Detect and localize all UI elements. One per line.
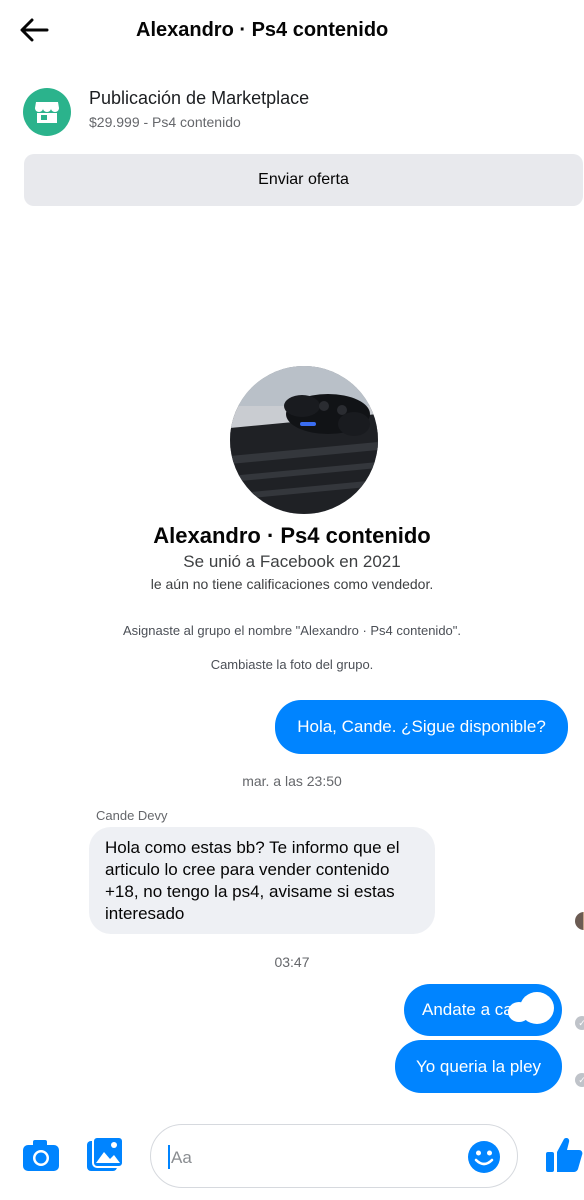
listing-title[interactable]: Publicación de Marketplace (89, 88, 309, 109)
incoming-message[interactable]: Hola como estas bb? Te informo que el ar… (89, 827, 435, 934)
sender-name: Cande Devy (96, 808, 168, 823)
emoji-button[interactable] (467, 1140, 501, 1174)
timestamp: mar. a las 23:50 (242, 773, 342, 789)
gallery-icon (87, 1136, 124, 1171)
profile-name: Alexandro · Ps4 contenido (153, 523, 431, 548)
outgoing-message-text: Andate a ca (422, 1000, 513, 1019)
seen-check-icon: ✓ (575, 1016, 584, 1030)
seen-check-icon: ✓ (575, 1073, 584, 1087)
listing-subtitle: $29.999 - Ps4 contenido (89, 114, 241, 130)
system-message: Cambiaste la foto del grupo. (210, 657, 374, 672)
back-arrow-icon (20, 18, 49, 42)
marketplace-listing-icon[interactable] (23, 88, 71, 136)
message-composer[interactable] (150, 1124, 518, 1188)
censor-scribble (508, 1002, 530, 1022)
group-avatar[interactable] (230, 366, 378, 514)
back-button[interactable] (14, 12, 54, 48)
profile-seller-rating: le aún no tiene calificaciones como vend… (150, 576, 434, 592)
system-message: Asignaste al grupo el nombre "Alexandro … (122, 623, 462, 638)
store-icon (35, 102, 59, 123)
profile-joined-date: Se unió a Facebook en 2021 (183, 552, 401, 571)
message-input[interactable] (169, 1143, 453, 1173)
outgoing-message[interactable]: Yo queria la pley (395, 1040, 562, 1093)
camera-icon (23, 1140, 59, 1171)
send-offer-button[interactable]: Enviar oferta (24, 154, 583, 206)
timestamp: 03:47 (274, 954, 310, 970)
seen-avatar (575, 912, 584, 930)
like-button[interactable] (545, 1136, 583, 1174)
ps4-photo-image (230, 366, 378, 514)
gallery-button[interactable] (86, 1136, 124, 1174)
emoji-icon (468, 1141, 500, 1173)
outgoing-message[interactable]: Hola, Cande. ¿Sigue disponible? (275, 700, 568, 754)
camera-button[interactable] (22, 1137, 60, 1173)
thumbs-up-icon (546, 1138, 583, 1172)
chat-title[interactable]: Alexandro · Ps4 contenido (136, 19, 388, 42)
outgoing-message[interactable]: Andate a ca (404, 984, 562, 1036)
